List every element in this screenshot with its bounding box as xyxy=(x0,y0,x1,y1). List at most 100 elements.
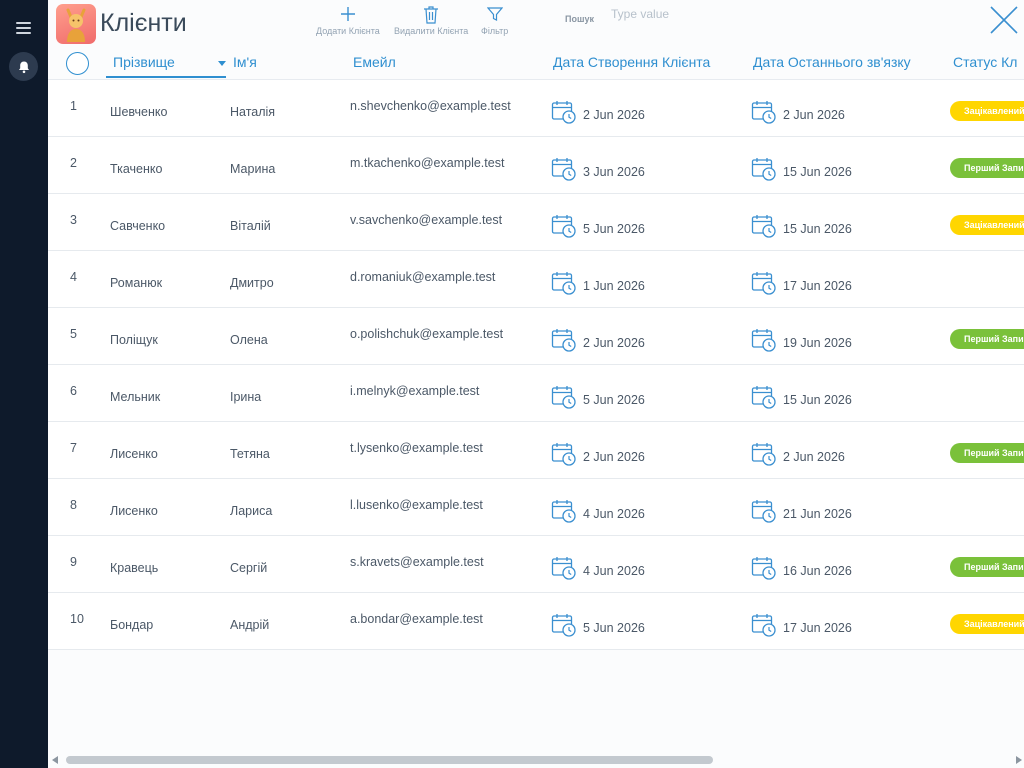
close-icon[interactable] xyxy=(988,4,1020,36)
calendar-clock-icon xyxy=(751,386,776,409)
row-last-contact-date: 19 Jun 2026 xyxy=(751,327,852,353)
filter-label: Фільтр xyxy=(481,26,509,36)
row-last-contact-date: 17 Jun 2026 xyxy=(751,270,852,296)
horizontal-scrollbar[interactable] xyxy=(48,753,1024,768)
scrollbar-thumb[interactable] xyxy=(66,756,713,764)
row-last-name: Лисенко xyxy=(110,504,158,518)
last-contact-date-text: 17 Jun 2026 xyxy=(783,279,852,293)
status-badge: Перший Запис xyxy=(950,158,1024,178)
row-last-contact-date: 2 Jun 2026 xyxy=(751,99,845,125)
row-created-date: 2 Jun 2026 xyxy=(551,441,645,467)
calendar-clock-icon xyxy=(751,614,776,637)
main-panel: Клієнти Додати Клієнта Видалити Клієнта … xyxy=(48,0,1024,768)
row-first-name: Андрій xyxy=(230,618,270,632)
calendar-clock-icon xyxy=(751,101,776,124)
row-created-date: 5 Jun 2026 xyxy=(551,384,645,410)
table-row[interactable]: 3 Савченко Віталій v.savchenko@example.t… xyxy=(48,194,1024,251)
table-row[interactable]: 1 Шевченко Наталія n.shevchenko@example.… xyxy=(48,80,1024,137)
table-row[interactable]: 4 Романюк Дмитро d.romaniuk@example.test… xyxy=(48,251,1024,308)
column-header-created[interactable]: Дата Створення Клієнта xyxy=(553,54,710,70)
created-date-text: 2 Jun 2026 xyxy=(583,336,645,350)
column-header-email[interactable]: Емейл xyxy=(353,54,396,70)
last-contact-date-text: 15 Jun 2026 xyxy=(783,393,852,407)
row-created-date: 4 Jun 2026 xyxy=(551,498,645,524)
calendar-clock-icon xyxy=(751,500,776,523)
calendar-clock-icon xyxy=(551,386,576,409)
created-date-text: 5 Jun 2026 xyxy=(583,393,645,407)
row-email: m.tkachenko@example.test xyxy=(350,156,505,170)
delete-client-button[interactable]: Видалити Клієнта xyxy=(394,3,468,36)
row-last-name: Савченко xyxy=(110,219,166,233)
calendar-clock-icon xyxy=(751,158,776,181)
status-badge: Зацікавлений xyxy=(950,215,1024,235)
status-badge: Зацікавлений xyxy=(950,614,1024,634)
calendar-clock-icon xyxy=(551,272,576,295)
table-row[interactable]: 5 Поліщук Олена o.polishchuk@example.tes… xyxy=(48,308,1024,365)
column-header-status[interactable]: Статус Кл xyxy=(953,54,1017,70)
table-row[interactable]: 2 Ткаченко Марина m.tkachenko@example.te… xyxy=(48,137,1024,194)
calendar-clock-icon xyxy=(551,158,576,181)
table-row[interactable]: 10 Бондар Андрій a.bondar@example.test 5… xyxy=(48,593,1024,650)
add-client-button[interactable]: Додати Клієнта xyxy=(316,3,380,36)
row-index: 8 xyxy=(70,498,77,512)
table-row[interactable]: 8 Лисенко Лариса l.lusenko@example.test … xyxy=(48,479,1024,536)
column-header-last-contact[interactable]: Дата Останнього зв'язку xyxy=(753,54,911,70)
search-input[interactable] xyxy=(611,5,811,23)
table-row[interactable]: 7 Лисенко Тетяна t.lysenko@example.test … xyxy=(48,422,1024,479)
row-first-name: Віталій xyxy=(230,219,271,233)
table-row[interactable]: 6 Мельник Ірина i.melnyk@example.test 5 … xyxy=(48,365,1024,422)
table-row[interactable]: 9 Кравець Сергій s.kravets@example.test … xyxy=(48,536,1024,593)
last-contact-date-text: 19 Jun 2026 xyxy=(783,336,852,350)
last-contact-date-text: 2 Jun 2026 xyxy=(783,450,845,464)
trash-icon xyxy=(423,3,439,25)
row-last-contact-date: 15 Jun 2026 xyxy=(751,384,852,410)
created-date-text: 5 Jun 2026 xyxy=(583,222,645,236)
row-created-date: 2 Jun 2026 xyxy=(551,99,645,125)
row-created-date: 2 Jun 2026 xyxy=(551,327,645,353)
status-badge: Перший Запис xyxy=(950,443,1024,463)
row-first-name: Марина xyxy=(230,162,276,176)
row-email: s.kravets@example.test xyxy=(350,555,484,569)
add-client-label: Додати Клієнта xyxy=(316,26,380,36)
row-last-name: Шевченко xyxy=(110,105,168,119)
calendar-clock-icon xyxy=(551,557,576,580)
menu-icon[interactable] xyxy=(12,18,36,38)
row-index: 10 xyxy=(70,612,84,626)
row-index: 5 xyxy=(70,327,77,341)
row-created-date: 5 Jun 2026 xyxy=(551,213,645,239)
left-rail xyxy=(0,0,48,768)
row-last-contact-date: 17 Jun 2026 xyxy=(751,612,852,638)
row-last-contact-date: 2 Jun 2026 xyxy=(751,441,845,467)
row-email: a.bondar@example.test xyxy=(350,612,483,626)
column-header-last-name[interactable]: Прізвище xyxy=(113,54,175,70)
row-first-name: Сергій xyxy=(230,561,268,575)
filter-button[interactable]: Фільтр xyxy=(481,3,508,36)
select-all-checkbox[interactable] xyxy=(66,52,89,75)
calendar-clock-icon xyxy=(751,557,776,580)
sort-indicator xyxy=(106,76,226,78)
row-created-date: 3 Jun 2026 xyxy=(551,156,645,182)
column-header-first-name[interactable]: Ім'я xyxy=(233,54,257,70)
row-last-name: Ткаченко xyxy=(110,162,163,176)
row-created-date: 1 Jun 2026 xyxy=(551,270,645,296)
sort-down-icon[interactable] xyxy=(218,61,226,66)
notifications-bell-icon[interactable] xyxy=(9,52,38,81)
scroll-left-icon[interactable] xyxy=(52,756,58,764)
created-date-text: 2 Jun 2026 xyxy=(583,450,645,464)
delete-client-label: Видалити Клієнта xyxy=(394,26,469,36)
row-index: 7 xyxy=(70,441,77,455)
created-date-text: 5 Jun 2026 xyxy=(583,621,645,635)
row-index: 1 xyxy=(70,99,77,113)
created-date-text: 3 Jun 2026 xyxy=(583,165,645,179)
scroll-right-icon[interactable] xyxy=(1016,756,1022,764)
calendar-clock-icon xyxy=(551,500,576,523)
filter-icon xyxy=(486,3,503,25)
calendar-clock-icon xyxy=(751,272,776,295)
row-last-name: Мельник xyxy=(110,390,161,404)
row-index: 3 xyxy=(70,213,77,227)
last-contact-date-text: 21 Jun 2026 xyxy=(783,507,852,521)
calendar-clock-icon xyxy=(551,443,576,466)
calendar-clock-icon xyxy=(751,443,776,466)
row-first-name: Наталія xyxy=(230,105,276,119)
row-last-contact-date: 15 Jun 2026 xyxy=(751,213,852,239)
